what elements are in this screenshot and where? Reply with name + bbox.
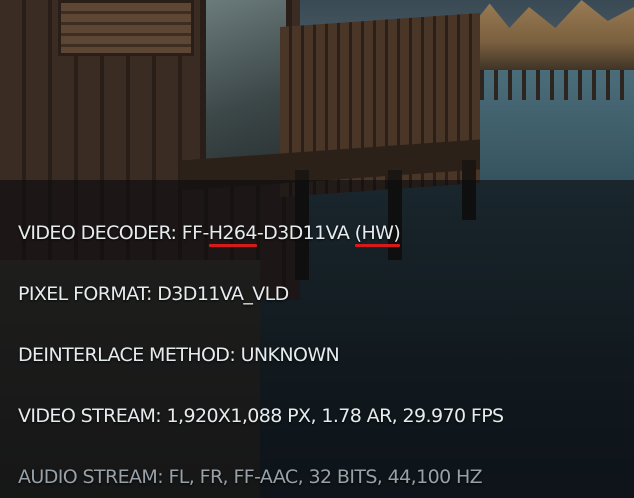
video-decoder-prefix: VIDEO DECODER: FF- bbox=[18, 222, 209, 244]
audio-stream-line: AUDIO STREAM: FL, FR, FF-AAC, 32 BITS, 4… bbox=[18, 466, 483, 488]
video-stream-line: VIDEO STREAM: 1,920X1,088 PX, 1.78 AR, 2… bbox=[18, 405, 504, 427]
scene-window bbox=[58, 0, 194, 56]
video-decoder-codec: H264 bbox=[208, 222, 257, 247]
video-player-viewport[interactable]: VIDEO DECODER: FF-H264-D3D11VA (HW) PIXE… bbox=[0, 0, 634, 498]
deinterlace-method-line: DEINTERLACE METHOD: UNKNOWN bbox=[18, 344, 340, 366]
video-decoder-mode: (HW) bbox=[354, 222, 401, 247]
video-decoder-line: VIDEO DECODER: FF-H264-D3D11VA (HW) bbox=[18, 222, 401, 247]
pixel-format-line: PIXEL FORMAT: D3D11VA_VLD bbox=[18, 283, 289, 305]
video-decoder-middle: -D3D11VA bbox=[256, 222, 355, 244]
scene-glass bbox=[200, 0, 292, 170]
scene-pier bbox=[480, 70, 634, 100]
